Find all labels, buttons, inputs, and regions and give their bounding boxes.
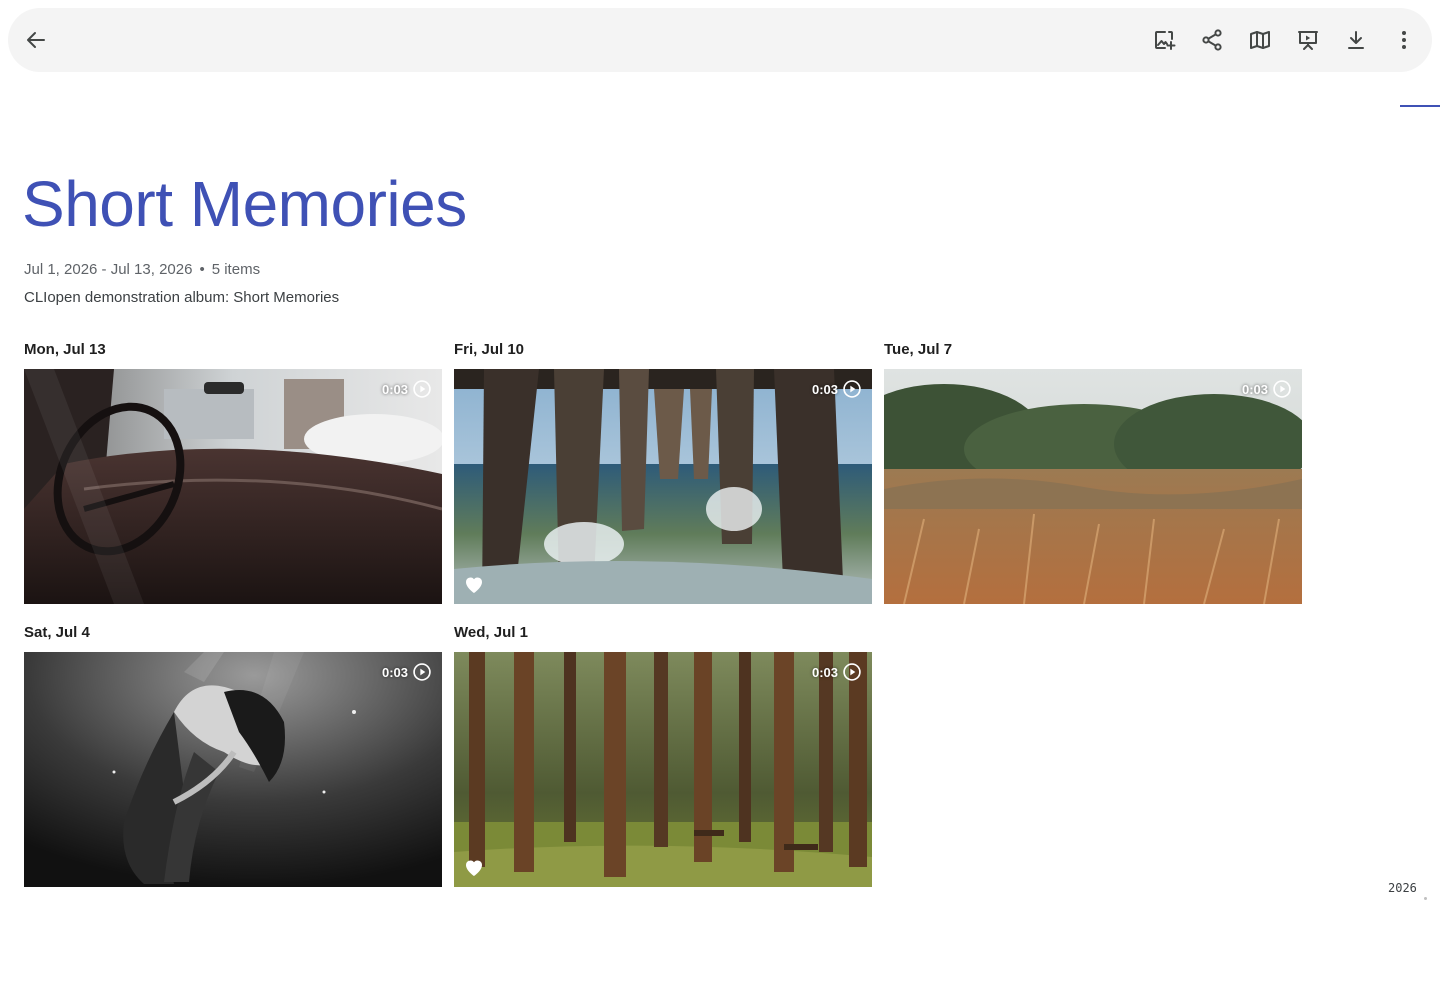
- slideshow-icon: [1298, 31, 1318, 50]
- video-duration: 0:03: [812, 379, 862, 399]
- add-photos-button[interactable]: [1140, 16, 1188, 64]
- arrow-back-icon: [27, 32, 45, 48]
- album-date-range: Jul 1, 2026 - Jul 13, 2026: [24, 261, 193, 278]
- day-label: Sat, Jul 4: [24, 624, 90, 641]
- play-circle-icon: [843, 380, 861, 398]
- video-thumbnail-image: [24, 652, 442, 887]
- more-options-button[interactable]: [1380, 16, 1428, 64]
- video-thumbnail-image: [454, 369, 872, 604]
- scrubber-year-label[interactable]: 2026: [1388, 881, 1417, 895]
- download-button[interactable]: [1332, 16, 1380, 64]
- video-thumbnail[interactable]: 0:03: [24, 652, 442, 887]
- video-duration: 0:03: [1242, 379, 1292, 399]
- meta-separator: •: [199, 261, 205, 278]
- day-label: Wed, Jul 1: [454, 624, 528, 641]
- video-thumbnail[interactable]: 0:03: [454, 652, 872, 887]
- video-thumbnail[interactable]: 0:03: [454, 369, 872, 604]
- album-title[interactable]: Short Memories: [22, 166, 467, 242]
- play-circle-icon: [413, 380, 431, 398]
- video-thumbnail[interactable]: 0:03: [24, 369, 442, 604]
- play-circle-icon: [413, 663, 431, 681]
- video-thumbnail-image: [454, 652, 872, 887]
- back-button[interactable]: [12, 16, 60, 64]
- share-icon: [1202, 29, 1222, 51]
- video-duration: 0:03: [382, 379, 432, 399]
- video-duration: 0:03: [382, 662, 432, 682]
- album-item-count: 5 items: [211, 261, 261, 278]
- play-circle-icon: [843, 663, 861, 681]
- video-thumbnail[interactable]: 0:03: [884, 369, 1302, 604]
- day-label: Mon, Jul 13: [24, 341, 106, 358]
- map-button[interactable]: [1236, 16, 1284, 64]
- day-label: Tue, Jul 7: [884, 341, 953, 358]
- video-thumbnail-image: [24, 369, 442, 604]
- slideshow-button[interactable]: [1284, 16, 1332, 64]
- top-app-bar: [8, 8, 1432, 72]
- album-meta: Jul 1, 2026 - Jul 13, 2026 • 5 items: [24, 261, 260, 279]
- day-label: Fri, Jul 10: [454, 341, 525, 358]
- play-circle-icon: [1273, 380, 1291, 398]
- video-duration: 0:03: [812, 662, 862, 682]
- share-button[interactable]: [1188, 16, 1236, 64]
- scroll-position-marker: [1400, 105, 1440, 107]
- album-description[interactable]: CLIopen demonstration album: Short Memor…: [24, 289, 339, 307]
- map-icon: [1250, 31, 1270, 49]
- favorite-heart-icon[interactable]: [462, 855, 486, 879]
- favorite-heart-icon[interactable]: [462, 572, 486, 596]
- download-icon: [1348, 31, 1364, 49]
- scrubber-dot: [1424, 897, 1427, 900]
- add-photos-icon: [1155, 31, 1176, 50]
- video-thumbnail-image: [884, 369, 1302, 604]
- more-vert-icon: [1402, 31, 1406, 49]
